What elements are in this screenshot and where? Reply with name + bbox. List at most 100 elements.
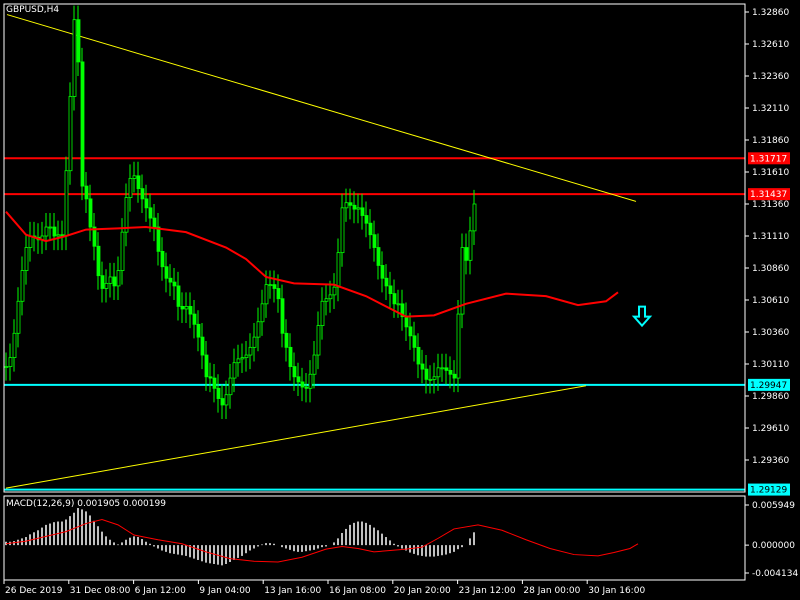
candle-body [196,323,201,338]
candle-body [432,376,437,380]
candle-body [168,277,173,283]
candle-body [20,270,25,302]
candle-body [312,354,317,375]
price-tick-label: 1.29610 [752,424,789,434]
candle-body [96,245,101,277]
chart-window: 1.32860 1.32610 1.32360 1.32110 1.31860 1.316… [0,0,800,600]
price-tick-label: 1.30860 [752,264,789,274]
candle-body [156,226,161,252]
candle-body [132,175,137,179]
candle-body [84,185,89,200]
candle-body [64,170,69,237]
candle-body [448,369,453,375]
chart-title: GBPUSD,H4 [6,5,59,15]
candle-body [12,332,17,358]
chart-background [0,0,800,600]
candle-body [116,270,121,287]
candle-body [56,234,61,237]
candle-body [212,377,217,389]
price-level-label: 1.31437 [750,190,787,200]
price-axis: 1.32860 1.32610 1.32360 1.32110 1.31860 1.316… [745,8,789,466]
candle-body [160,250,165,268]
time-tick-label: 23 Jan 12:00 [459,586,516,596]
candle-body [316,325,321,356]
candle-body [136,175,141,190]
macd-tick-label: 0.000000 [752,541,795,551]
candle-body [192,313,197,325]
candle-body [472,203,477,232]
candle-body [268,284,273,287]
candle-body [404,316,409,328]
candle-body [216,387,221,399]
candle-body [292,366,297,378]
price-level-label: 1.31717 [750,154,787,164]
candle-body [300,381,305,388]
candle-body [332,286,337,296]
candle-body [100,275,105,289]
candle-body [224,394,229,406]
macd-title: MACD(12,26,9) 0.001905 0.000199 [6,499,166,509]
price-tick-label: 1.31860 [752,136,789,146]
candle-body [44,226,49,237]
candle-body [112,276,117,287]
candle-body [288,346,293,367]
candle-body [76,19,81,63]
candle-body [88,198,93,228]
candle-body [232,362,237,379]
candle-body [176,285,181,307]
candle-body [236,358,241,364]
candle-body [108,276,113,284]
time-tick-label: 28 Jan 00:00 [523,586,580,596]
candle-body [172,281,177,287]
candle-body [416,346,421,365]
candle-body [248,346,253,356]
candle-body [328,294,333,300]
candle-body [372,234,377,248]
candle-body [364,215,369,224]
candle-body [228,377,233,396]
candle-body [24,247,29,271]
candle-body [280,298,285,334]
candle-body [308,373,313,389]
price-tick-label: 1.30360 [752,328,789,338]
candle-body [260,303,265,323]
price-tick-label: 1.31610 [752,168,789,178]
candle-body [28,235,33,248]
time-tick-label: 20 Jan 20:00 [394,586,451,596]
candle-body [412,335,417,348]
price-tick-label: 1.32360 [752,72,789,82]
candle-body [252,336,257,348]
candle-body [324,298,329,302]
candle-body [52,226,57,237]
candle-body [120,231,125,271]
candle-body [48,226,53,229]
macd-tick-label: 0.005949 [752,501,795,511]
candle-body [256,321,261,338]
price-tick-label: 1.30110 [752,360,789,370]
candle-body [320,300,325,326]
price-tick-label: 1.30610 [752,296,789,306]
candle-body [468,230,473,261]
candle-body [388,285,393,295]
price-tick-label: 1.32110 [752,104,789,114]
candle-body [284,332,289,348]
candle-body [144,198,149,209]
candle-body [360,207,365,216]
candle-body [140,188,145,200]
time-tick-label: 13 Jan 16:00 [264,586,321,596]
candle-body [428,378,433,381]
candle-body [392,293,397,305]
candle-body [208,376,213,379]
time-tick-label: 31 Dec 08:00 [70,586,131,596]
candle-body [444,367,449,371]
candle-body [368,222,373,236]
candle-body [220,398,225,406]
candle-body [276,288,281,300]
candle-body [440,367,445,370]
candle-body [180,305,185,310]
candle-body [272,284,277,289]
candle-body [376,247,381,266]
candle-body [152,217,157,228]
candle-body [4,366,9,368]
candle-body [384,277,389,287]
